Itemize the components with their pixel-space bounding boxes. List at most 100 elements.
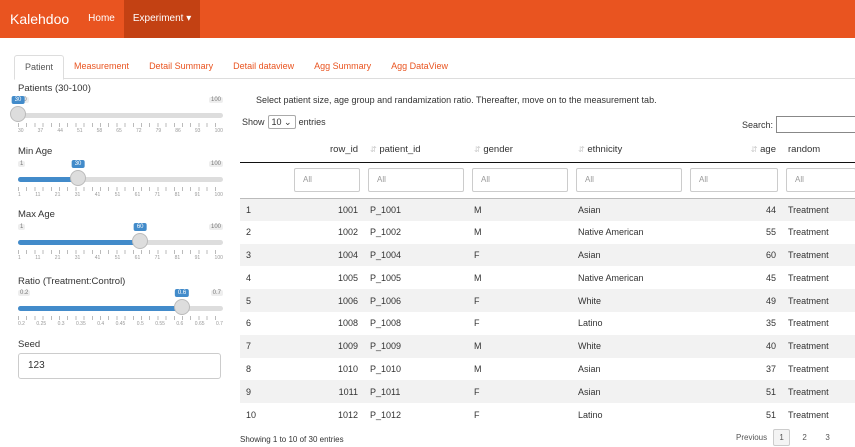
- slider-value-label: 30: [11, 96, 25, 104]
- table-row[interactable]: 9 1011 P_1011 F Asian 51 Treatment: [240, 380, 855, 404]
- previous-button[interactable]: Previous: [736, 433, 767, 442]
- table-cell: Latino: [578, 409, 603, 420]
- tab-agg-dataview[interactable]: Agg DataView: [381, 55, 458, 79]
- patients-label: Patients (30-100): [18, 83, 91, 94]
- table-cell: Treatment: [782, 289, 855, 312]
- slider-grid-label: 72: [135, 128, 142, 134]
- slider-handle[interactable]: [70, 170, 87, 186]
- slider-grid-label: 0.3: [57, 321, 65, 327]
- table-cell: F: [474, 318, 480, 329]
- slider-grid-label: 61: [134, 192, 141, 198]
- slider-grid-label: 91: [194, 192, 201, 198]
- table-row[interactable]: 8 1010 P_1010 M Asian 37 Treatment: [240, 358, 855, 381]
- min-age-slider[interactable]: 1 100 30 1 11 21 31 41 51 61 71 81 91 100: [18, 160, 223, 201]
- table-cell: 1005: [337, 272, 358, 283]
- brand[interactable]: Kalehdoo: [10, 11, 69, 27]
- pagination: Previous 1 2 3: [736, 429, 836, 446]
- tab-detail-dataview[interactable]: Detail dataview: [223, 55, 304, 79]
- chevron-down-icon: ⌄: [284, 117, 292, 127]
- table-cell: 51: [686, 380, 782, 404]
- table-cell: P_1002: [370, 227, 402, 238]
- table-cell: F: [468, 380, 572, 404]
- table-cell: M: [468, 198, 572, 221]
- seed-input[interactable]: 123: [18, 353, 221, 379]
- slider-grid-label: 100: [214, 128, 223, 134]
- table-cell: 55: [765, 227, 776, 238]
- table-cell: 1010: [337, 363, 358, 374]
- slider-grid-label: 0.65: [194, 321, 205, 327]
- col-gender-header[interactable]: ⇵ gender: [468, 138, 572, 163]
- table-cell: P_1004: [364, 243, 468, 267]
- slider-grid-label: 65: [116, 128, 122, 134]
- filter-input-ethnicity[interactable]: All: [576, 168, 682, 192]
- table-cell: F: [468, 243, 572, 267]
- table-row[interactable]: 1 1001 P_1001 M Asian 44 Treatment: [240, 198, 855, 221]
- table-cell: 45: [765, 272, 776, 283]
- max-age-slider[interactable]: 1 100 60 1 11 21 31 41 51 61 71 81 91 100: [18, 223, 223, 264]
- col-ethnicity-header[interactable]: ⇵ ethnicity: [572, 138, 686, 163]
- table-cell: Treatment: [782, 380, 855, 404]
- table-cell: Treatment: [782, 198, 855, 221]
- col-age-label: age: [760, 144, 776, 156]
- slider-grid-label: 1: [18, 255, 21, 261]
- page-length: Show 10 ⌄ entries: [242, 115, 326, 129]
- slider-grid-label: 81: [174, 192, 181, 198]
- table-cell: Latino: [578, 318, 603, 329]
- table-cell: 9: [240, 380, 290, 404]
- slider-min-label: 0.2: [18, 290, 31, 296]
- slider-grid-label: 51: [114, 192, 121, 198]
- slider-grid-label: 1: [18, 192, 21, 198]
- slider-min-label: 1: [18, 224, 26, 230]
- tab-patient[interactable]: Patient: [14, 55, 65, 80]
- nav-experiment[interactable]: Experiment ▾: [123, 0, 201, 38]
- page-1-button[interactable]: 1: [773, 429, 791, 446]
- filter-input-gender[interactable]: All: [472, 168, 568, 192]
- table-row[interactable]: 7 1009 P_1009 M White 40 Treatment: [240, 334, 855, 358]
- ratio-slider[interactable]: 0.2 0.7 0.6 0.2 0.25 0.3 0.35 0.4 0.45 0.5 0.55 0.6…: [18, 289, 223, 330]
- filter-input-random[interactable]: All: [786, 168, 855, 192]
- col-random-header[interactable]: random: [782, 138, 855, 163]
- filter-input-age[interactable]: All: [690, 168, 778, 192]
- tab-detail-summary[interactable]: Detail Summary: [139, 55, 223, 79]
- col-patient-id-header[interactable]: ⇵ patient_id: [364, 138, 468, 163]
- slider-ticks: [18, 250, 223, 254]
- patients-slider[interactable]: 301003030374451586572798693100: [10, 96, 223, 137]
- table-row[interactable]: 10 1012 P_1012 F Latino 51 Treatment: [240, 403, 855, 426]
- page-2-button[interactable]: 2: [796, 429, 813, 446]
- tab-agg-summary[interactable]: Agg Summary: [304, 55, 381, 79]
- page-3-button[interactable]: 3: [819, 429, 836, 446]
- nav-home[interactable]: Home: [79, 0, 124, 38]
- table-cell: 35: [765, 318, 776, 329]
- slider-grid: 0.2 0.25 0.3 0.35 0.4 0.45 0.5 0.55 0.6 0.65 0.7: [18, 321, 223, 327]
- filter-input-row-id[interactable]: All: [294, 168, 360, 192]
- slider-grid-label: 41: [94, 255, 101, 261]
- slider-grid-label: 21: [54, 192, 61, 198]
- slider-value-label: 60: [133, 223, 147, 231]
- slider-grid-label: 11: [35, 192, 41, 198]
- table-row[interactable]: 3 1004 P_1004 F Asian 60 Treatment: [240, 243, 855, 267]
- tab-measurement[interactable]: Measurement: [64, 55, 139, 79]
- col-index-header[interactable]: [240, 138, 290, 163]
- table-row[interactable]: 2 1002 P_1002 M Native American 55 Treatment: [240, 221, 855, 244]
- slider-handle[interactable]: [174, 299, 190, 315]
- slider-handle[interactable]: [10, 106, 26, 122]
- slider-handle[interactable]: [132, 233, 149, 249]
- slider-grid-label: 81: [174, 255, 181, 261]
- col-patient-id-label: patient_id: [379, 144, 421, 156]
- col-row-id-header[interactable]: row_id: [290, 138, 364, 163]
- slider-ticks: [18, 316, 223, 320]
- table-row[interactable]: 4 1005 P_1005 M Native American 45 Treatment: [240, 266, 855, 289]
- col-age-header[interactable]: ⇵ age: [686, 138, 782, 163]
- entries-select[interactable]: 10 ⌄: [267, 115, 296, 129]
- table-cell: 1009: [290, 334, 364, 358]
- search-input[interactable]: [776, 116, 855, 133]
- slider-grid-label: 0.2: [18, 321, 25, 327]
- table-cell: 1008: [337, 318, 358, 329]
- table-cell: M: [474, 272, 482, 283]
- table-row[interactable]: 5 1006 P_1006 F White 49 Treatment: [240, 289, 855, 312]
- filter-cell: All: [572, 162, 686, 199]
- table-cell: 1004: [290, 243, 364, 267]
- slider-grid-label: 0.35: [76, 321, 86, 327]
- filter-input-patient-id[interactable]: All: [368, 168, 464, 192]
- table-row[interactable]: 6 1008 P_1008 F Latino 35 Treatment: [240, 312, 855, 335]
